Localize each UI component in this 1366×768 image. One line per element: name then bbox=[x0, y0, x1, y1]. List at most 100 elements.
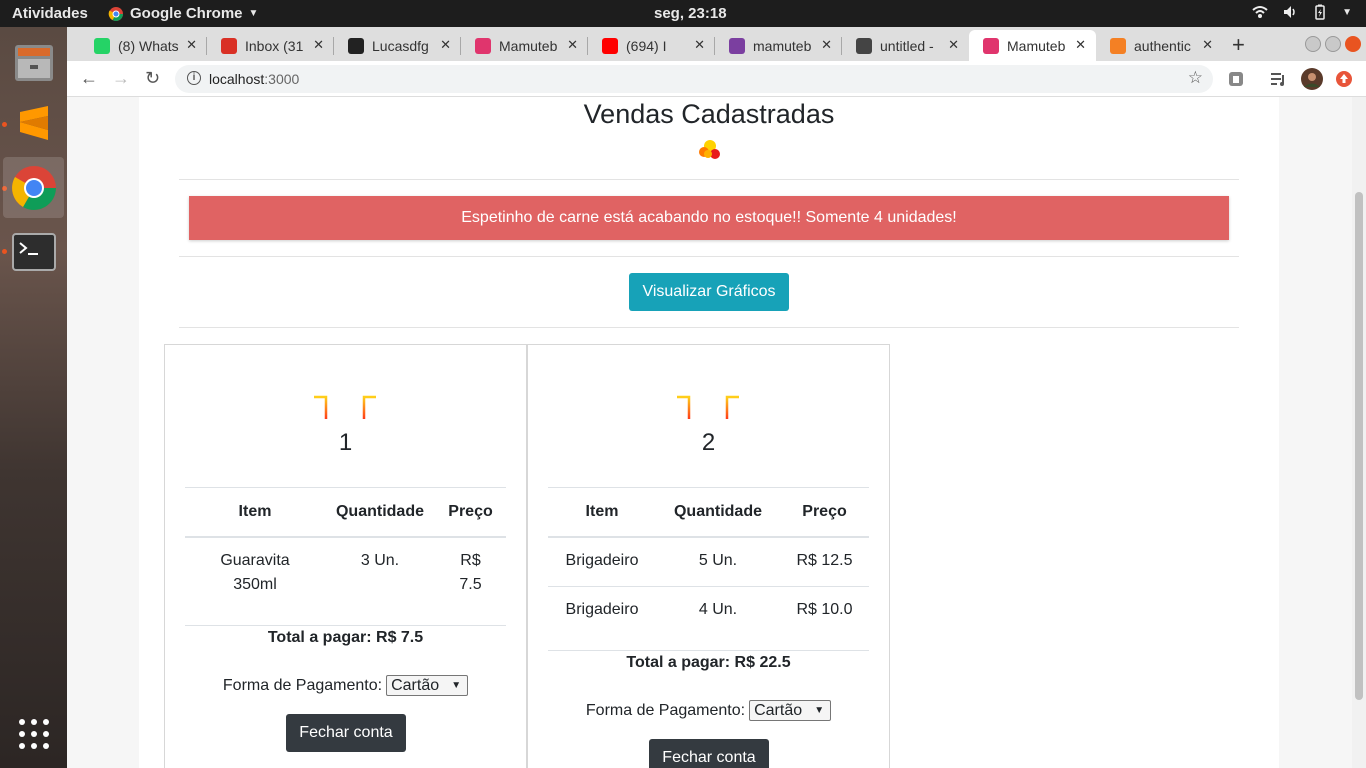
dock-files[interactable] bbox=[3, 32, 64, 93]
tab-close-icon[interactable]: ✕ bbox=[821, 37, 832, 53]
browser-toolbar: ← → ↻ i localhost:3000 ☆ bbox=[67, 61, 1366, 97]
browser-tab[interactable]: Inbox (31 ✕ bbox=[207, 30, 334, 61]
tab-favicon-icon bbox=[602, 37, 618, 54]
tab-favicon-icon bbox=[94, 37, 110, 54]
browser-tab[interactable]: Lucasdfg ✕ bbox=[334, 30, 461, 61]
table-cell-item: Brigadeiro bbox=[565, 552, 639, 569]
table-cell-item: Brigadeiro bbox=[565, 601, 639, 618]
clock[interactable]: seg, 23:18 bbox=[654, 5, 727, 22]
avatar[interactable] bbox=[1301, 68, 1323, 90]
payment-method-select[interactable]: Cartão ▼ bbox=[386, 675, 469, 696]
tab-label: (8) Whats bbox=[118, 37, 179, 54]
column-header-item: Item bbox=[585, 503, 619, 520]
chevron-down-icon: ▼ bbox=[814, 705, 825, 716]
forward-arrow-icon[interactable]: → bbox=[112, 68, 130, 89]
url-host: localhost bbox=[209, 71, 265, 87]
item-name-line: 350ml bbox=[233, 576, 277, 593]
info-icon[interactable]: i bbox=[187, 71, 201, 85]
tab-close-icon[interactable]: ✕ bbox=[948, 37, 959, 53]
table-cell-quantity: 4 Un. bbox=[698, 601, 738, 618]
tab-label: Lucasdfg bbox=[372, 37, 429, 54]
tab-label: mamuteb bbox=[753, 37, 812, 54]
page-scrollbar[interactable] bbox=[1352, 97, 1366, 768]
payment-row: Forma de Pagamento: Cartão ▼ bbox=[528, 700, 889, 721]
browser-tab[interactable]: Mamuteb ✕ bbox=[969, 30, 1096, 61]
chrome-icon bbox=[11, 165, 56, 210]
table-cell-quantity: 3 Un. bbox=[360, 552, 400, 569]
column-header-item: Item bbox=[238, 503, 272, 520]
ice-cream-logo-icon bbox=[699, 140, 720, 159]
dock-chrome[interactable] bbox=[3, 157, 64, 218]
close-bill-button[interactable]: Fechar conta bbox=[286, 714, 406, 752]
app-menu-label: Google Chrome bbox=[130, 5, 243, 22]
table-cell-item: Guaravita 350ml bbox=[185, 549, 325, 597]
chrome-app-icon bbox=[108, 6, 123, 21]
dining-table-icon bbox=[675, 377, 741, 419]
table-header-border bbox=[548, 536, 869, 538]
bookmark-star-icon[interactable]: ☆ bbox=[1188, 68, 1203, 88]
battery-icon bbox=[1315, 4, 1325, 20]
item-name-line: Guaravita bbox=[220, 552, 290, 569]
page-container: Vendas Cadastradas Espetinho de carne es… bbox=[139, 97, 1279, 768]
browser-tab[interactable]: Mamuteb ✕ bbox=[461, 30, 588, 61]
table-border bbox=[548, 487, 869, 488]
browser-window: (8) Whats ✕ Inbox (31 ✕ Lucasdfg ✕ Mamuteb ✕ (69… bbox=[67, 27, 1366, 768]
page-title: Vendas Cadastradas bbox=[583, 99, 835, 129]
tab-favicon-icon bbox=[983, 37, 999, 54]
table-cell-quantity: 5 Un. bbox=[698, 552, 738, 569]
tab-label: untitled - bbox=[880, 37, 934, 54]
dock-sublime[interactable] bbox=[3, 93, 64, 154]
terminal-icon bbox=[11, 232, 56, 271]
tab-close-icon[interactable]: ✕ bbox=[1075, 37, 1086, 53]
tab-favicon-icon bbox=[729, 37, 745, 54]
media-queue-icon[interactable] bbox=[1270, 70, 1288, 88]
tab-favicon-icon bbox=[348, 37, 364, 54]
table-border bbox=[185, 487, 506, 488]
stock-alert: Espetinho de carne está acabando no esto… bbox=[189, 196, 1229, 240]
reload-icon[interactable]: ↻ bbox=[145, 68, 160, 89]
browser-tab[interactable]: (694) I ✕ bbox=[588, 30, 715, 61]
update-arrow-icon[interactable] bbox=[1335, 70, 1353, 88]
tab-favicon-icon bbox=[1110, 37, 1126, 54]
payment-method-select[interactable]: Cartão ▼ bbox=[749, 700, 832, 721]
view-charts-button[interactable]: Visualizar Gráficos bbox=[629, 273, 789, 311]
tab-close-icon[interactable]: ✕ bbox=[567, 37, 578, 53]
tab-close-icon[interactable]: ✕ bbox=[313, 37, 324, 53]
column-header-price: Preço bbox=[802, 503, 847, 520]
browser-tab[interactable]: mamuteb ✕ bbox=[715, 30, 842, 61]
sublime-text-icon bbox=[19, 105, 48, 140]
minimize-button[interactable] bbox=[1305, 36, 1321, 52]
tab-close-icon[interactable]: ✕ bbox=[1202, 37, 1213, 53]
price-line: R$ bbox=[460, 552, 481, 569]
new-tab-button[interactable]: + bbox=[1232, 32, 1245, 58]
divider bbox=[179, 327, 1239, 328]
extension-icon[interactable] bbox=[1227, 70, 1245, 88]
browser-tab[interactable]: (8) Whats ✕ bbox=[80, 30, 207, 61]
total-to-pay: Total a pagar: R$ 7.5 bbox=[267, 629, 424, 646]
tab-label: Inbox (31 bbox=[245, 37, 304, 54]
dock-show-apps[interactable] bbox=[3, 703, 64, 764]
tab-favicon-icon bbox=[475, 37, 491, 54]
browser-tab[interactable]: authentic ✕ bbox=[1096, 30, 1223, 61]
chevron-down-icon: ▼ bbox=[451, 680, 462, 691]
activities-button[interactable]: Atividades bbox=[12, 5, 88, 22]
payment-selected-value: Cartão bbox=[754, 702, 803, 719]
tab-close-icon[interactable]: ✕ bbox=[186, 37, 197, 53]
address-bar[interactable]: i localhost:3000 ☆ bbox=[175, 65, 1213, 93]
tab-close-icon[interactable]: ✕ bbox=[440, 37, 451, 53]
table-card-1: 1 Item Quantidade Preço Guaravita 350ml … bbox=[164, 344, 527, 768]
table-card-2: 2 Item Quantidade Preço Brigadeiro 5 Un.… bbox=[527, 344, 890, 768]
app-menu[interactable]: Google Chrome ▼ bbox=[108, 5, 258, 22]
tab-favicon-icon bbox=[856, 37, 872, 54]
wifi-icon bbox=[1252, 6, 1268, 18]
dock-terminal[interactable] bbox=[3, 221, 64, 282]
tab-close-icon[interactable]: ✕ bbox=[694, 37, 705, 53]
close-window-button[interactable] bbox=[1345, 36, 1361, 52]
close-bill-button[interactable]: Fechar conta bbox=[649, 739, 769, 768]
system-tray[interactable]: ▼ bbox=[1252, 4, 1352, 20]
maximize-button[interactable] bbox=[1325, 36, 1341, 52]
scrollbar-thumb[interactable] bbox=[1355, 192, 1363, 700]
url-text: localhost:3000 bbox=[209, 71, 299, 87]
back-arrow-icon[interactable]: ← bbox=[80, 68, 98, 89]
browser-tab[interactable]: untitled - ✕ bbox=[842, 30, 969, 61]
